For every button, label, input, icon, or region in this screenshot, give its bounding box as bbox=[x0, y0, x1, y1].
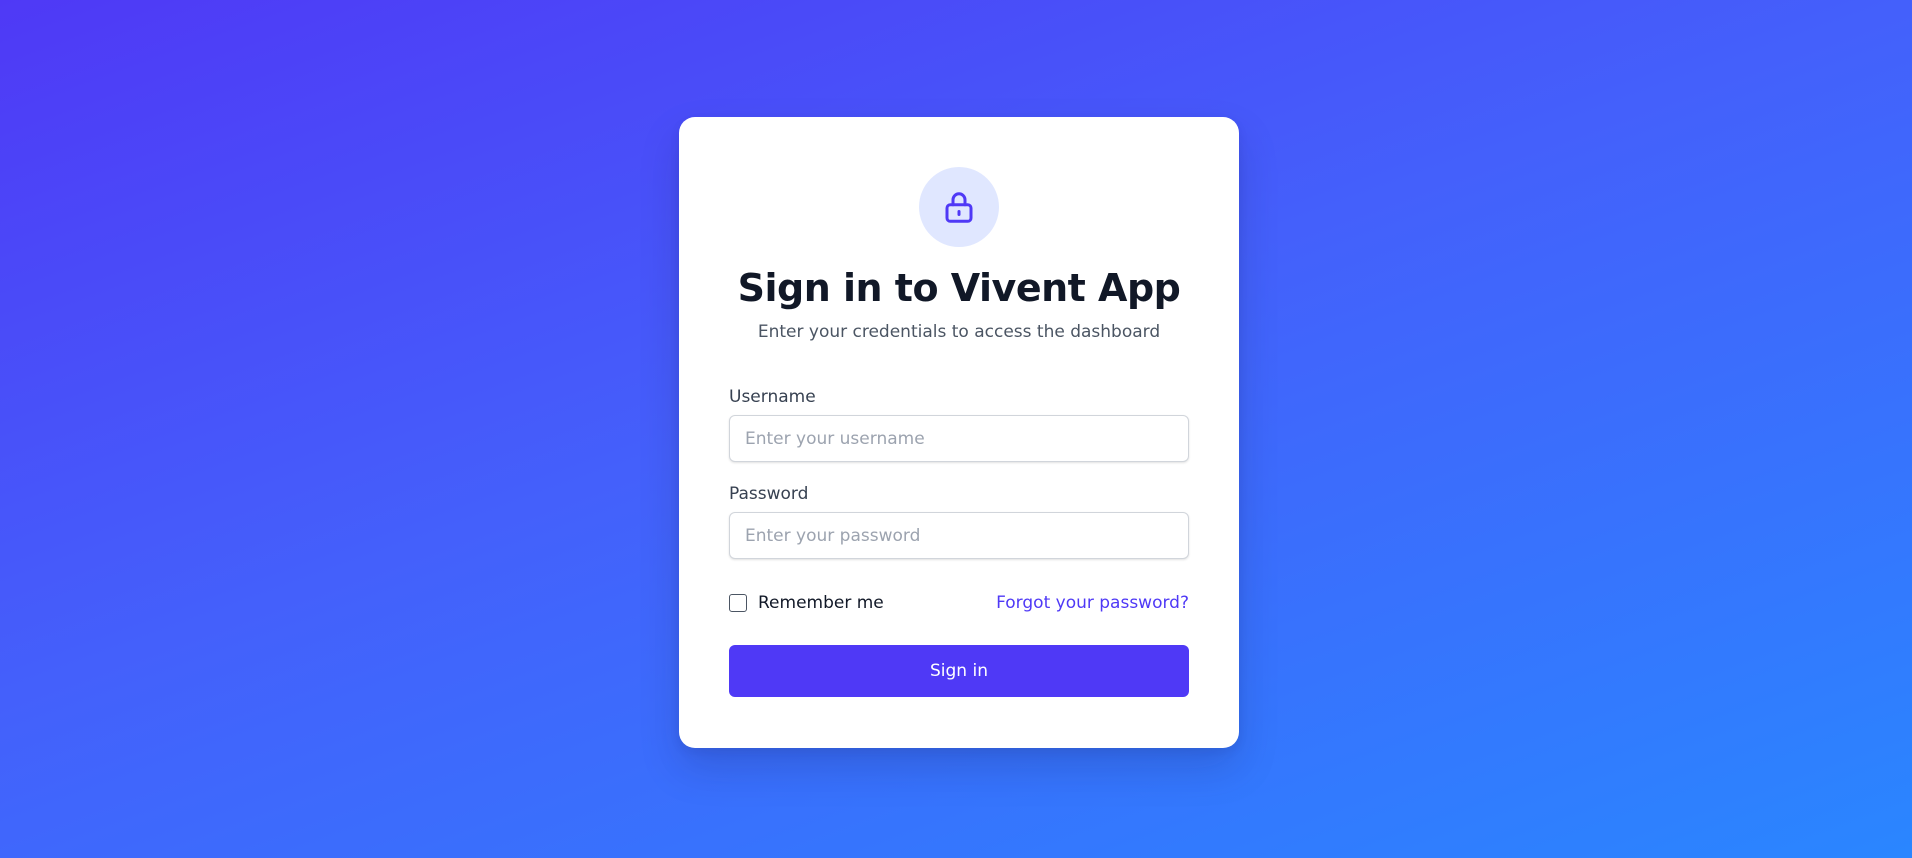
remember-me-checkbox[interactable] bbox=[729, 594, 747, 612]
remember-me-label[interactable]: Remember me bbox=[758, 593, 884, 613]
form-options-row: Remember me Forgot your password? bbox=[729, 591, 1189, 615]
username-label: Username bbox=[729, 387, 816, 407]
login-card: Sign in to Vivent App Enter your credent… bbox=[679, 117, 1239, 748]
password-input[interactable] bbox=[729, 512, 1189, 559]
page-subtitle: Enter your credentials to access the das… bbox=[757, 322, 1161, 342]
forgot-password-link[interactable]: Forgot your password? bbox=[996, 593, 1189, 613]
lock-icon-badge bbox=[919, 167, 999, 247]
sign-in-button[interactable]: Sign in bbox=[729, 645, 1189, 697]
page-title: Sign in to Vivent App bbox=[737, 266, 1181, 310]
remember-me-control[interactable]: Remember me bbox=[729, 593, 884, 613]
lock-icon bbox=[945, 192, 973, 223]
username-input[interactable] bbox=[729, 415, 1189, 462]
password-label: Password bbox=[729, 484, 809, 504]
